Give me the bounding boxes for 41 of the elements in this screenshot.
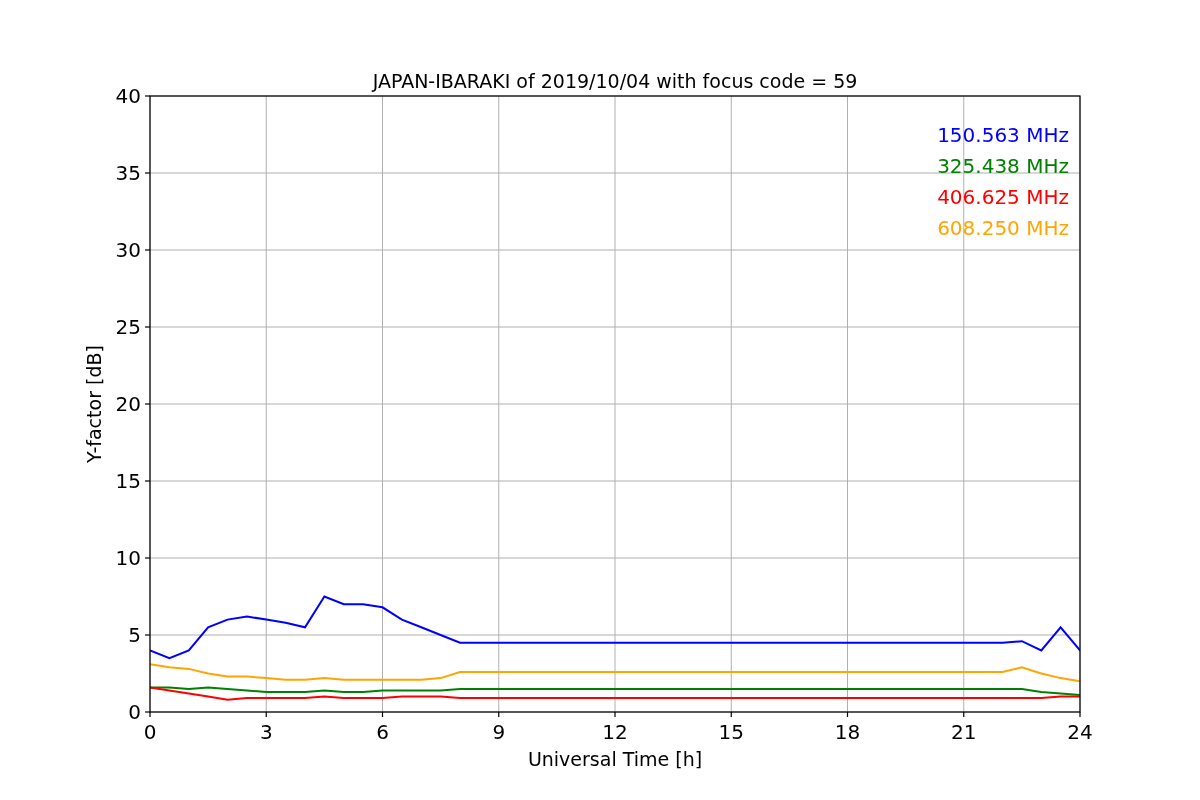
tick-mark bbox=[381, 711, 384, 718]
tick-label: 10 bbox=[115, 546, 141, 570]
tick-mark bbox=[144, 403, 151, 405]
tick-label: 12 bbox=[602, 720, 628, 744]
axis-title: Universal Time [h] bbox=[527, 748, 703, 770]
tick-mark bbox=[963, 711, 965, 718]
tick-label: 0 bbox=[128, 700, 141, 724]
tick-label: 18 bbox=[834, 720, 861, 744]
tick-mark bbox=[730, 711, 732, 718]
tick-label: 40 bbox=[115, 84, 141, 108]
tick-mark bbox=[144, 480, 151, 482]
tick-label: 0 bbox=[143, 720, 157, 744]
tick-label: 9 bbox=[492, 720, 506, 744]
tick-mark bbox=[144, 326, 151, 328]
tick-label: 24 bbox=[1067, 720, 1093, 744]
tick-label: 15 bbox=[115, 469, 141, 493]
legend-entry: 150.563 MHz bbox=[937, 123, 1069, 147]
legend-entry: 325.438 MHz bbox=[937, 154, 1069, 178]
legend-entry: 406.625 MHz bbox=[937, 185, 1069, 209]
chart-title: JAPAN-IBARAKI of 2019/10/04 with focus code = 59 bbox=[372, 70, 858, 92]
tick-label: 35 bbox=[115, 161, 141, 185]
tick-label: 3 bbox=[259, 720, 273, 744]
tick-label: 15 bbox=[718, 720, 744, 744]
tick-mark bbox=[144, 634, 151, 636]
tick-label: 21 bbox=[951, 720, 977, 744]
tick-mark bbox=[144, 557, 151, 559]
tick-label: 20 bbox=[115, 392, 141, 416]
tick-mark bbox=[144, 249, 151, 251]
tick-label: 6 bbox=[376, 720, 389, 744]
tick-mark bbox=[1079, 711, 1081, 718]
tick-label: 25 bbox=[115, 315, 141, 339]
tick-mark bbox=[265, 711, 267, 718]
tick-label: 5 bbox=[128, 623, 141, 647]
tick-mark bbox=[846, 711, 849, 718]
tick-label: 30 bbox=[115, 238, 141, 262]
tick-mark bbox=[498, 711, 500, 718]
tick-mark bbox=[144, 95, 151, 97]
tick-mark bbox=[614, 711, 616, 718]
legend-entry: 608.250 MHz bbox=[937, 216, 1069, 240]
axis-title: Y-factor [dB] bbox=[83, 345, 105, 463]
tick-mark bbox=[144, 172, 151, 174]
